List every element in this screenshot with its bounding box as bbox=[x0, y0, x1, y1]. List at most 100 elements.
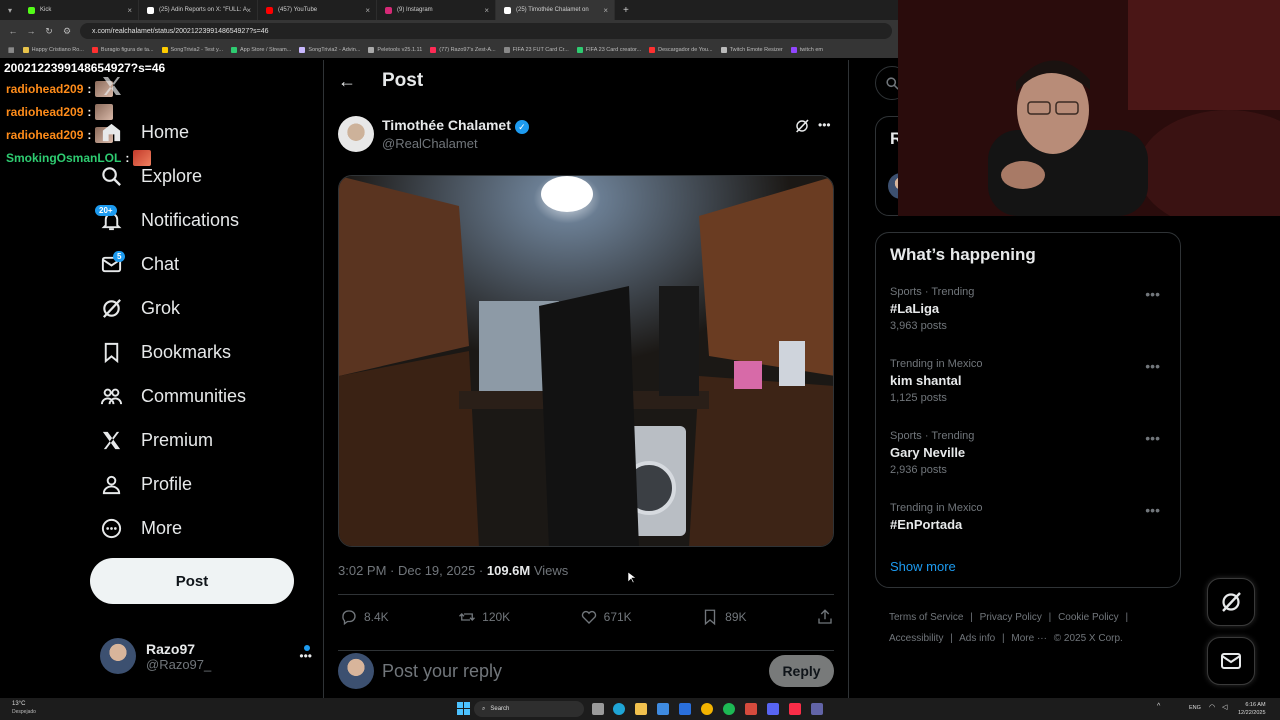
bookmark-item[interactable]: FIFA 23 FUT Card Cr... bbox=[503, 47, 569, 53]
bookmark-item[interactable]: Descargador de You... bbox=[649, 47, 713, 53]
browser-tab-active[interactable]: (25) Timothée Chalamet on × bbox=[496, 0, 615, 20]
trend-item[interactable]: Trending in Mexico #EnPortada ••• bbox=[890, 502, 1168, 532]
kitchen-photo bbox=[339, 176, 833, 546]
language-indicator[interactable]: ENG bbox=[1189, 705, 1201, 711]
cookie-link[interactable]: Cookie Policy bbox=[1058, 612, 1119, 623]
privacy-link[interactable]: Privacy Policy bbox=[980, 612, 1042, 623]
account-switcher[interactable]: Razo97 @Razo97_ ••• bbox=[100, 638, 312, 674]
close-tab-icon[interactable]: × bbox=[365, 6, 370, 15]
bookmark-item[interactable]: App Store / Stream... bbox=[230, 47, 291, 53]
browser-tab[interactable]: (457) YouTube × bbox=[258, 0, 377, 20]
sidebar-item-premium[interactable]: Premium bbox=[100, 429, 213, 452]
site-info-icon[interactable]: ⚙ bbox=[62, 26, 72, 37]
sidebar-item-communities[interactable]: Communities bbox=[100, 385, 246, 408]
grok-icon[interactable] bbox=[794, 118, 810, 134]
trend-item[interactable]: Sports · Trending Gary Neville 2,936 pos… bbox=[890, 430, 1168, 476]
sidebar-item-explore[interactable]: Explore bbox=[100, 165, 202, 188]
reply-input[interactable]: Post your reply bbox=[382, 661, 761, 682]
bookmark-action[interactable]: 89K bbox=[701, 605, 747, 629]
store-icon[interactable] bbox=[657, 703, 669, 715]
browser-tab[interactable]: Kick × bbox=[20, 0, 139, 20]
sidebar-item-profile[interactable]: Profile bbox=[100, 473, 192, 496]
edge-icon[interactable] bbox=[613, 703, 625, 715]
show-more-link[interactable]: Show more bbox=[890, 559, 956, 574]
url-field[interactable]: x.com/realchalamet/status/20021223991486… bbox=[80, 23, 892, 39]
bookmark-item[interactable]: Twitch Emote Resizer bbox=[720, 47, 783, 53]
mail-app-icon[interactable] bbox=[679, 703, 691, 715]
author-avatar[interactable] bbox=[338, 116, 374, 152]
trend-more-icon[interactable]: ••• bbox=[1145, 358, 1160, 374]
app-icon[interactable] bbox=[745, 703, 757, 715]
repost-action[interactable]: 120K bbox=[458, 605, 510, 629]
sidebar-item-more[interactable]: More bbox=[100, 517, 182, 540]
reply-action[interactable]: 8.4K bbox=[340, 605, 389, 629]
tab-list-button[interactable]: ▾ bbox=[0, 6, 20, 15]
wifi-icon[interactable]: ◠ bbox=[1209, 703, 1215, 711]
start-button[interactable] bbox=[457, 702, 470, 715]
bookmark-item[interactable]: Buragio figura de ta... bbox=[91, 47, 154, 53]
sidebar-item-bookmarks[interactable]: Bookmarks bbox=[100, 341, 231, 364]
sidebar-item-notifications[interactable]: Notifications bbox=[100, 209, 239, 232]
tray-chevron-icon[interactable]: ^ bbox=[1157, 703, 1160, 710]
reply-button[interactable]: Reply bbox=[769, 655, 834, 687]
notifications-badge: 20+ bbox=[95, 205, 117, 216]
heart-icon bbox=[581, 610, 596, 624]
bookmark-item[interactable]: Peletools v25.1.11 bbox=[368, 47, 422, 53]
weather-widget[interactable]: 13°C Despejado bbox=[12, 700, 36, 716]
sidebar-item-chat[interactable]: Chat bbox=[100, 253, 179, 276]
bookmark-item[interactable]: SongTrivia2 - Test y... bbox=[161, 47, 223, 53]
spotify-icon[interactable] bbox=[723, 703, 735, 715]
bookmark-item[interactable]: SongTrivia2 - Advin... bbox=[299, 47, 360, 53]
back-arrow-icon[interactable]: ← bbox=[338, 71, 356, 92]
trends-title: What’s happening bbox=[890, 245, 1036, 264]
trend-more-icon[interactable]: ••• bbox=[1145, 286, 1160, 302]
post-button[interactable]: Post bbox=[90, 558, 294, 604]
bookmarks-bar: ▦ Happy Cristiano Ro... Buragio figura d… bbox=[0, 42, 900, 58]
bookmark-item[interactable]: Happy Cristiano Ro... bbox=[22, 47, 84, 53]
bookmark-item[interactable]: (77) Razo97's Zest-A... bbox=[430, 47, 496, 53]
trend-item[interactable]: Trending in Mexico kim shantal 1,125 pos… bbox=[890, 358, 1168, 404]
browser-tab[interactable]: (9) Instagram × bbox=[377, 0, 496, 20]
music-icon[interactable] bbox=[789, 703, 801, 715]
bookmark-item[interactable]: twitch em bbox=[790, 47, 823, 53]
clock[interactable]: 6:16 AM 12/22/2025 bbox=[1238, 701, 1266, 717]
close-tab-icon[interactable]: × bbox=[246, 6, 251, 15]
reload-icon[interactable]: ↻ bbox=[44, 26, 54, 37]
post-more-icon[interactable]: ••• bbox=[818, 118, 831, 132]
x-logo-icon[interactable] bbox=[100, 74, 124, 98]
post-time[interactable]: 3:02 PM · Dec 19, 2025 · bbox=[338, 563, 487, 578]
account-more-icon[interactable]: ••• bbox=[299, 649, 312, 663]
volume-icon[interactable]: ◁ bbox=[1222, 703, 1227, 711]
more-link[interactable]: More ··· bbox=[1011, 633, 1047, 644]
taskbar-search[interactable]: ⌕ Search bbox=[474, 701, 584, 717]
trend-item[interactable]: Sports · Trending #LaLiga 3,963 posts ••… bbox=[890, 286, 1168, 332]
new-tab-button[interactable]: + bbox=[615, 5, 629, 16]
trend-more-icon[interactable]: ••• bbox=[1145, 430, 1160, 446]
teams-icon[interactable] bbox=[811, 703, 823, 715]
grok-fab-button[interactable] bbox=[1207, 578, 1255, 626]
ads-info-link[interactable]: Ads info bbox=[959, 633, 995, 644]
close-tab-icon[interactable]: × bbox=[603, 6, 608, 15]
discord-icon[interactable] bbox=[767, 703, 779, 715]
browser-tab[interactable]: (25) Adin Reports on X: "FULL: A × bbox=[139, 0, 258, 20]
share-action[interactable] bbox=[816, 605, 834, 629]
sidebar-item-home[interactable]: Home bbox=[100, 121, 189, 144]
trend-more-icon[interactable]: ••• bbox=[1145, 502, 1160, 518]
back-arrow-icon[interactable]: ← bbox=[8, 26, 18, 36]
apps-grid-icon[interactable]: ▦ bbox=[8, 46, 15, 54]
close-tab-icon[interactable]: × bbox=[127, 6, 132, 15]
terms-link[interactable]: Terms of Service bbox=[889, 612, 963, 623]
close-tab-icon[interactable]: × bbox=[484, 6, 489, 15]
author-handle[interactable]: @RealChalamet bbox=[382, 136, 529, 151]
sidebar-item-grok[interactable]: Grok bbox=[100, 297, 180, 320]
accessibility-link[interactable]: Accessibility bbox=[889, 633, 943, 644]
task-view-icon[interactable] bbox=[592, 703, 604, 715]
like-action[interactable]: 671K bbox=[580, 605, 632, 629]
file-explorer-icon[interactable] bbox=[635, 703, 647, 715]
forward-arrow-icon[interactable]: → bbox=[26, 26, 36, 36]
author-name[interactable]: Timothée Chalamet bbox=[382, 117, 511, 133]
messages-fab-button[interactable] bbox=[1207, 637, 1255, 685]
post-media-image[interactable] bbox=[338, 175, 834, 547]
chrome-icon[interactable] bbox=[701, 703, 713, 715]
bookmark-item[interactable]: FIFA 23 Card creator... bbox=[576, 47, 641, 53]
